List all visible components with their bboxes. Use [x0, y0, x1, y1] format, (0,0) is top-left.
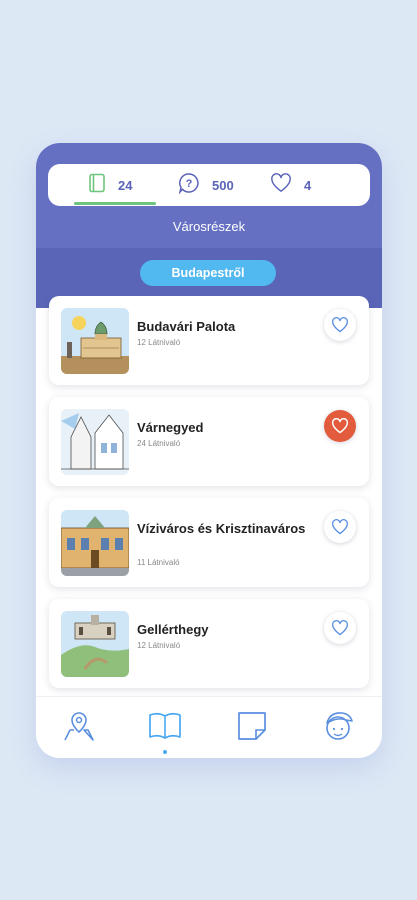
sticky-note-icon: [238, 712, 266, 740]
app-screen: 24 ? 500 4 Városrészek Budapestről Budav…: [36, 143, 382, 758]
favorite-button[interactable]: [324, 309, 356, 341]
list-item[interactable]: Víziváros és Krisztinaváros 11 Látnivaló: [49, 498, 369, 587]
profile-icon: [326, 712, 353, 740]
card-title: Gellérthegy: [137, 622, 209, 637]
card-subtitle: 11 Látnivaló: [137, 558, 180, 567]
nav-profile[interactable]: [318, 708, 358, 744]
book-icon: [149, 712, 181, 739]
map-pin-icon: [64, 712, 94, 741]
card-title: Budavári Palota: [137, 319, 236, 334]
favorite-button[interactable]: [324, 612, 356, 644]
district-thumbnail: [61, 510, 129, 576]
bottom-navigation: [36, 696, 382, 758]
list-item[interactable]: Budavári Palota 12 Látnivaló: [49, 296, 369, 385]
list-item[interactable]: Gellérthegy 12 Látnivaló: [49, 599, 369, 688]
card-title: Víziváros és Krisztinaváros: [137, 521, 306, 536]
stat-read[interactable]: 24: [88, 164, 132, 206]
list-item[interactable]: Várnegyed 24 Látnivaló: [49, 397, 369, 486]
active-tab-indicator: [163, 750, 167, 754]
card-subtitle: 24 Látnivaló: [137, 439, 181, 448]
question-bubble-icon: ?: [178, 172, 200, 199]
heart-icon: [331, 418, 349, 434]
favorites-count: 4: [304, 177, 312, 193]
district-thumbnail: [61, 308, 129, 374]
heart-icon: [332, 317, 348, 333]
nav-map[interactable]: [59, 708, 99, 744]
district-thumbnail: [61, 611, 129, 677]
favorite-button[interactable]: [324, 511, 356, 543]
header: 24 ? 500 4 Városrészek Budapestről: [36, 143, 382, 308]
section-title: Városrészek: [172, 219, 246, 234]
quiz-count: 500: [212, 177, 234, 193]
district-thumbnail: [61, 409, 129, 475]
nav-book[interactable]: [145, 708, 185, 744]
heart-icon: [332, 620, 348, 636]
book-icon: [88, 173, 106, 198]
heart-icon: [270, 172, 292, 198]
favorite-button[interactable]: [324, 410, 356, 442]
nav-notes[interactable]: [232, 708, 272, 744]
card-subtitle: 12 Látnivaló: [137, 641, 181, 650]
stats-bar: 24 ? 500 4: [48, 164, 370, 206]
card-title: Várnegyed: [137, 420, 204, 435]
district-list: Budavári Palota 12 Látnivaló Várnegyed 2…: [36, 296, 382, 696]
stat-favorites[interactable]: 4: [270, 164, 311, 206]
card-subtitle: 12 Látnivaló: [137, 338, 181, 347]
read-count: 24: [118, 177, 133, 193]
filter-pill[interactable]: Budapestről: [140, 260, 276, 286]
stat-quiz[interactable]: ? 500: [178, 164, 234, 206]
heart-icon: [332, 519, 348, 535]
svg-text:?: ?: [186, 178, 193, 190]
active-stat-indicator: [74, 202, 156, 205]
